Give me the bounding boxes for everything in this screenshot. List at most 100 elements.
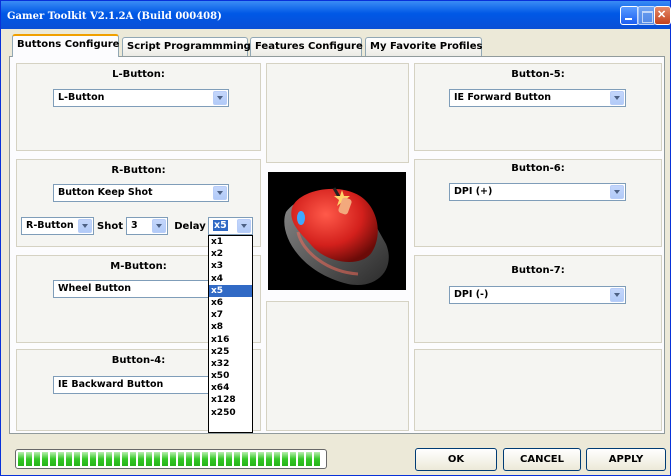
progress-segment	[26, 452, 32, 466]
tab-script-programming[interactable]: Script Programmming	[122, 37, 251, 56]
center-top-panel	[266, 63, 409, 163]
select-value: R-Button	[26, 220, 74, 231]
progress-segment	[122, 452, 128, 466]
delay-option[interactable]: x7	[209, 309, 252, 321]
delay-option[interactable]: x50	[209, 370, 252, 382]
r-button-select[interactable]: Button Keep Shot	[53, 184, 229, 202]
mouse-illustration	[284, 187, 389, 285]
delay-option[interactable]: x8	[209, 321, 252, 333]
progress-segment	[258, 452, 264, 466]
ok-button[interactable]: OK	[415, 448, 497, 471]
select-value: 3	[131, 220, 138, 231]
delay-option[interactable]: x2	[209, 248, 252, 260]
progress-segment	[66, 452, 72, 466]
progress-segment	[282, 452, 288, 466]
select-value: IE Backward Button	[58, 379, 164, 390]
window-title: Gamer Toolkit V2.1.2A (Build 000408)	[7, 11, 222, 22]
progress-segment	[58, 452, 64, 466]
progress-segment	[170, 452, 176, 466]
center-bottom-panel	[266, 301, 409, 431]
select-value: Wheel Button	[58, 283, 132, 294]
mouse-image	[268, 172, 406, 290]
delay-option[interactable]: x25	[209, 346, 252, 358]
tab-label: Script Programmming	[127, 41, 251, 52]
progress-segment	[306, 452, 312, 466]
progress-segment	[290, 452, 296, 466]
delay-select[interactable]: x5	[208, 217, 253, 235]
progress-segment	[266, 452, 272, 466]
chevron-down-icon	[78, 219, 92, 233]
progress-segment	[98, 452, 104, 466]
delay-option[interactable]: x64	[209, 382, 252, 394]
right-empty-group	[414, 349, 662, 431]
chevron-down-icon	[610, 91, 624, 105]
progress-segment	[274, 452, 280, 466]
progress-segment	[178, 452, 184, 466]
chevron-down-icon	[237, 219, 251, 233]
shot-select[interactable]: 3	[126, 217, 168, 235]
progress-segment	[242, 452, 248, 466]
delay-option[interactable]: x4	[209, 273, 252, 285]
button7-select[interactable]: DPI (-)	[449, 286, 626, 304]
progress-segment	[162, 452, 168, 466]
tab-features-configure[interactable]: Features Configure	[250, 37, 363, 56]
progress-segment	[194, 452, 200, 466]
tab-my-favorite-profiles[interactable]: My Favorite Profiles	[365, 37, 482, 56]
progress-segment	[42, 452, 48, 466]
progress-segment	[146, 452, 152, 466]
progress-segment	[82, 452, 88, 466]
button6-label: Button-6:	[511, 163, 565, 174]
main-window: Gamer Toolkit V2.1.2A (Build 000408) But…	[0, 0, 671, 476]
chevron-down-icon	[213, 91, 227, 105]
button5-select[interactable]: IE Forward Button	[449, 89, 626, 107]
l-button-label: L-Button:	[112, 69, 165, 80]
tab-label: Features Configure	[255, 41, 363, 52]
progress-segment	[218, 452, 224, 466]
chevron-down-icon	[213, 186, 227, 200]
progress-bar	[15, 449, 327, 469]
close-button[interactable]	[654, 6, 671, 25]
delay-option[interactable]: x6	[209, 297, 252, 309]
delay-option[interactable]: x250	[209, 407, 252, 419]
apply-button[interactable]: APPLY	[586, 448, 666, 471]
l-button-select[interactable]: L-Button	[53, 89, 229, 107]
progress-segment	[138, 452, 144, 466]
select-value: DPI (-)	[454, 289, 489, 300]
cancel-button[interactable]: CANCEL	[503, 448, 581, 471]
button7-label: Button-7:	[511, 265, 565, 276]
progress-segment	[226, 452, 232, 466]
shot-label: Shot	[97, 221, 123, 232]
button5-label: Button-5:	[511, 69, 565, 80]
progress-segment	[154, 452, 160, 466]
tab-label: My Favorite Profiles	[370, 41, 483, 52]
chevron-down-icon	[610, 288, 624, 302]
delay-label: Delay	[174, 221, 206, 232]
select-value: Button Keep Shot	[58, 187, 153, 198]
chevron-down-icon	[152, 219, 166, 233]
delay-option[interactable]: x5	[209, 284, 252, 297]
delay-option[interactable]: x16	[209, 334, 252, 346]
r-button-label: R-Button:	[111, 165, 166, 176]
button4-select[interactable]: IE Backward Button	[53, 376, 229, 394]
delay-dropdown-list[interactable]: x1 x2 x3 x4 x5 x6 x7 x8 x16 x25 x32 x50 x64 x128 x250	[208, 235, 253, 433]
progress-segment	[90, 452, 96, 466]
tab-buttons-configure[interactable]: Buttons Configure	[12, 34, 119, 57]
progress-segment	[50, 452, 56, 466]
select-value: L-Button	[58, 92, 105, 103]
m-button-select[interactable]: Wheel Button	[53, 280, 229, 298]
chevron-down-icon	[610, 185, 624, 199]
progress-segment	[298, 452, 304, 466]
title-bar[interactable]: Gamer Toolkit V2.1.2A (Build 000408)	[1, 1, 671, 29]
select-value: x5	[213, 220, 228, 231]
tab-label: Buttons Configure	[17, 39, 120, 50]
delay-option[interactable]: x32	[209, 358, 252, 370]
progress-segment	[130, 452, 136, 466]
delay-option[interactable]: x3	[209, 260, 252, 272]
button6-select[interactable]: DPI (+)	[449, 183, 626, 201]
delay-option[interactable]: x1	[209, 236, 252, 248]
select-value: IE Forward Button	[454, 92, 552, 103]
progress-segment	[106, 452, 112, 466]
progress-segment	[314, 452, 320, 466]
r-button-sub-select[interactable]: R-Button	[21, 217, 94, 235]
delay-option[interactable]: x128	[209, 394, 252, 406]
